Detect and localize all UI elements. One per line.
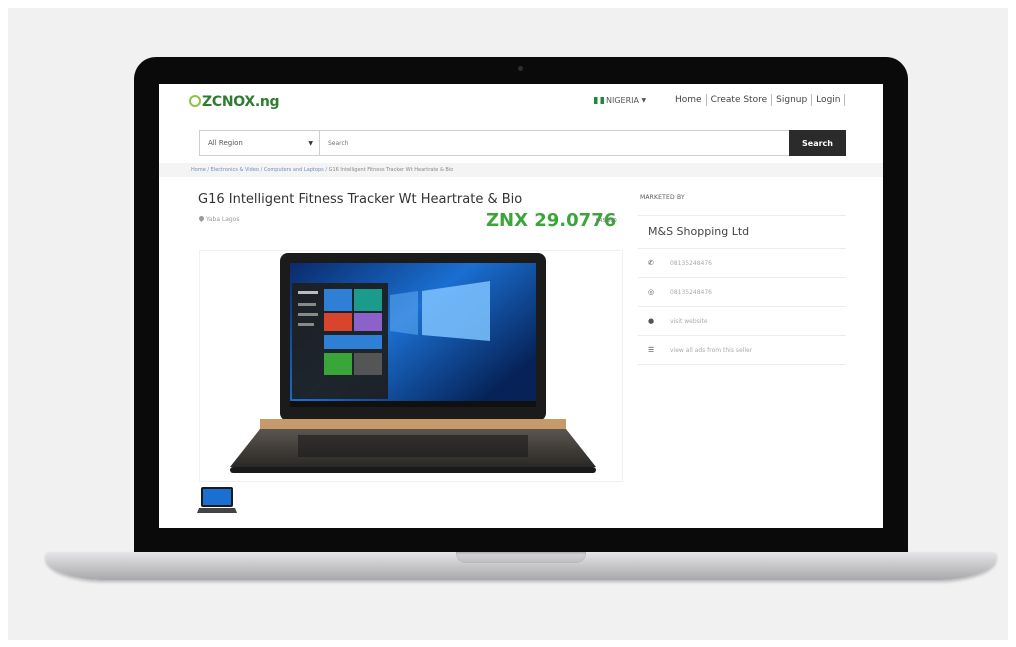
breadcrumb-category[interactable]: Electronics & Video: [211, 167, 259, 173]
search-bar: All Region ▼ Search: [199, 130, 846, 156]
pin-icon: [197, 214, 206, 223]
country-selector[interactable]: NIGERIA ▼: [594, 96, 646, 105]
nav-home[interactable]: Home: [671, 94, 707, 106]
nigeria-flag-icon: [594, 97, 604, 104]
product-photo[interactable]: [199, 250, 623, 482]
whatsapp-icon: ◎: [648, 288, 655, 296]
phone-icon: ✆: [648, 259, 654, 267]
laptop-notch: [456, 552, 586, 563]
laptop-image: [230, 253, 596, 473]
list-icon: ☰: [648, 346, 655, 354]
breadcrumb-subcategory[interactable]: Computers and Laptops: [264, 167, 324, 173]
site-logo[interactable]: ZCNOX.ng: [189, 94, 280, 110]
seller-website[interactable]: ● visit website: [638, 307, 846, 336]
old-price: ₦45,000: [596, 218, 617, 224]
breadcrumb-current: G16 Intelligent Fitness Tracker Wt Heart…: [328, 167, 454, 173]
seller-all-ads[interactable]: ☰ view all ads from this seller: [638, 336, 846, 365]
breadcrumb-home[interactable]: Home: [191, 167, 206, 173]
nav-signup[interactable]: Signup: [772, 94, 813, 106]
marketed-by-heading: MARKETED BY: [638, 190, 846, 216]
caret-down-icon: ▼: [641, 97, 647, 104]
seller-phone[interactable]: ✆ 08135248476: [638, 249, 846, 278]
seller-panel: MARKETED BY M&S Shopping Ltd ✆ 0813524847…: [638, 190, 846, 365]
product-location: Yaba Lagos: [197, 214, 240, 223]
globe-logo-icon: [189, 95, 201, 107]
thumbnail[interactable]: [197, 485, 237, 515]
nav-login[interactable]: Login: [812, 94, 846, 106]
thumbnail-image: [197, 487, 237, 513]
product-title: G16 Intelligent Fitness Tracker Wt Heart…: [198, 192, 523, 207]
search-button[interactable]: Search: [789, 130, 846, 156]
breadcrumb: Home / Electronics & Video / Computers a…: [159, 163, 883, 177]
nav-create-store[interactable]: Create Store: [707, 94, 773, 106]
webcam: [518, 66, 523, 71]
search-input[interactable]: [320, 131, 789, 155]
top-nav: Home Create Store Signup Login: [671, 94, 846, 106]
seller-whatsapp[interactable]: ◎ 08135248476: [638, 278, 846, 307]
seller-name[interactable]: M&S Shopping Ltd: [638, 216, 846, 249]
globe-icon: ●: [648, 317, 655, 325]
caret-down-icon: ▼: [308, 139, 313, 147]
website: ZCNOX.ng NIGERIA ▼ Home Create Store Sig…: [159, 84, 883, 528]
region-select[interactable]: All Region ▼: [200, 131, 320, 155]
laptop-screen: ZCNOX.ng NIGERIA ▼ Home Create Store Sig…: [159, 84, 883, 528]
